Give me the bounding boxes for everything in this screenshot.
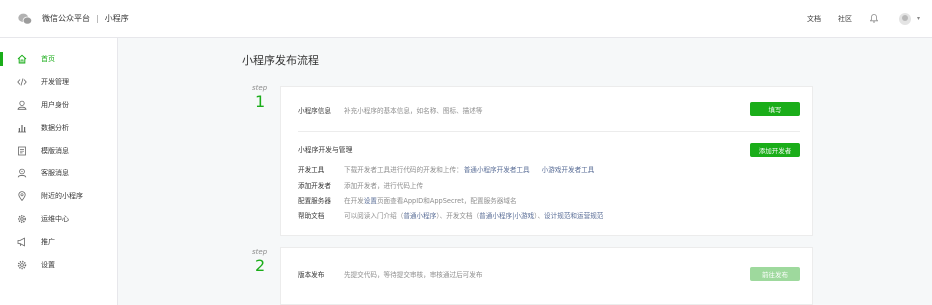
bell-icon[interactable] [869, 14, 879, 24]
sidebar-item-settings[interactable]: 设置 [0, 253, 117, 276]
add-developer-row: 添加开发者 添加开发者，进行代码上传 [298, 180, 423, 190]
bar-chart-icon [17, 123, 27, 133]
sidebar-item-data-analysis[interactable]: 数据分析 [0, 116, 117, 139]
sidebar-item-label: 运维中心 [41, 214, 69, 223]
add-developer-button[interactable]: 添加开发者 [750, 143, 800, 157]
customer-service-icon [17, 168, 27, 178]
sidebar-item-label: 数据分析 [41, 123, 69, 132]
add-developer-label: 添加开发者 [298, 182, 331, 190]
dev-tools-text: 下载开发者工具进行代码的开发和上传： [344, 166, 463, 174]
dev-tools-label: 开发工具 [298, 166, 325, 174]
chevron-down-icon[interactable]: ▾ [917, 15, 920, 22]
user-icon [17, 100, 27, 110]
sidebar-item-label: 用户身份 [41, 100, 69, 109]
sidebar-item-dev-management[interactable]: 开发管理 [0, 71, 117, 94]
configure-server-text-post: 页面查看AppID和AppSecret，配置服务器域名 [376, 197, 517, 205]
home-icon [17, 54, 27, 64]
main-content: 小程序发布流程 step 1 step 2 小程序信息 补充小程序的基本信息，如… [119, 38, 932, 305]
configure-server-row: 配置服务器 在开发 设置 页面查看AppID和AppSecret，配置服务器域名 [298, 195, 517, 205]
sidebar-item-label: 模版消息 [41, 146, 69, 155]
step-number: 1 [255, 92, 266, 111]
sidebar-item-template-messages[interactable]: 模版消息 [0, 139, 117, 162]
top-bar: 微信公众平台 | 小程序 文档 社区 ▾ [0, 0, 932, 38]
megaphone-icon [17, 237, 27, 247]
gear-icon [17, 214, 27, 224]
sidebar-item-label: 附近的小程序 [41, 192, 83, 201]
sidebar-item-label: 首页 [41, 55, 55, 64]
fill-info-button[interactable]: 填写 [750, 102, 800, 116]
intro-normal-link[interactable]: 普通小程序 [403, 210, 436, 220]
help-docs-mid: ）、开发文档（ [436, 212, 480, 220]
sidebar-item-promotion[interactable]: 推广 [0, 230, 117, 253]
sidebar-item-user-identity[interactable]: 用户身份 [0, 94, 117, 117]
document-icon [17, 146, 27, 156]
sidebar-item-nearby[interactable]: 附近的小程序 [0, 185, 117, 208]
settings-link[interactable]: 设置 [364, 195, 377, 205]
sidebar-item-label: 设置 [41, 260, 55, 269]
game-devtool-link[interactable]: 小游戏开发者工具 [542, 164, 595, 174]
code-icon [17, 77, 27, 87]
help-docs-end: ）、 [534, 212, 545, 220]
brand[interactable]: 微信公众平台 | 小程序 [42, 13, 129, 24]
dev-management-title: 小程序开发与管理 [298, 146, 353, 154]
configure-server-text-pre: 在开发 [344, 197, 364, 205]
step-number: 2 [255, 256, 266, 275]
brand-separator: | [96, 14, 99, 23]
page-title: 小程序发布流程 [242, 54, 319, 67]
info-description: 补充小程序的基本信息，如名称、图标、描述等 [344, 107, 483, 115]
product-name: 小程序 [104, 14, 129, 23]
avatar[interactable] [898, 12, 911, 25]
sidebar-item-label: 客服消息 [41, 169, 69, 178]
docs-link[interactable]: 文档 [807, 14, 821, 24]
sidebar-item-ops-center[interactable]: 运维中心 [0, 208, 117, 231]
sidebar-item-label: 推广 [41, 237, 55, 246]
release-row: 版本发布 先提交代码，等待提交审核，审核通过后可发布 [298, 269, 482, 279]
divider [298, 131, 800, 132]
release-label: 版本发布 [298, 271, 325, 279]
step-label: step [252, 248, 268, 256]
sidebar-item-customer-service[interactable]: 客服消息 [0, 162, 117, 185]
normal-devtool-link[interactable]: 普通小程序开发者工具 [464, 164, 530, 174]
go-release-button[interactable]: 前往发布 [750, 267, 800, 281]
sidebar: 首页 开发管理 用户身份 数据分析 模版消息 客服消息 附近的小程序 运维中心 … [0, 38, 118, 305]
sidebar-item-label: 开发管理 [41, 78, 69, 87]
app-name[interactable]: 微信公众平台 [42, 13, 90, 24]
step1-card: 小程序信息 补充小程序的基本信息，如名称、图标、描述等 填写 小程序开发与管理 … [280, 86, 813, 236]
help-docs-label: 帮助文档 [298, 212, 325, 220]
location-icon [17, 191, 27, 202]
release-description: 先提交代码，等待提交审核，审核通过后可发布 [344, 271, 483, 279]
help-docs-row: 帮助文档 可以阅读入门介绍（ 普通小程序 ）、开发文档（ 普通小程序|小游戏 ）… [298, 210, 603, 220]
design-spec-link[interactable]: 设计规范和运营规范 [544, 210, 603, 220]
sidebar-item-home[interactable]: 首页 [0, 48, 117, 71]
add-developer-text: 添加开发者，进行代码上传 [344, 182, 424, 190]
configure-server-label: 配置服务器 [298, 197, 331, 205]
step2-card: 版本发布 先提交代码，等待提交审核，审核通过后可发布 前往发布 [280, 247, 813, 305]
dev-docs-link[interactable]: 普通小程序|小游戏 [479, 210, 534, 220]
dev-tools-row: 开发工具 下载开发者工具进行代码的开发和上传： 普通小程序开发者工具 小游戏开发… [298, 164, 594, 174]
step-label: step [252, 84, 268, 92]
settings-icon [17, 260, 27, 270]
info-label: 小程序信息 [298, 107, 331, 115]
community-link[interactable]: 社区 [838, 14, 852, 24]
help-docs-text: 可以阅读入门介绍（ [344, 212, 404, 220]
mini-program-info-row: 小程序信息 补充小程序的基本信息，如名称、图标、描述等 [298, 105, 482, 115]
wechat-logo-icon[interactable] [18, 13, 32, 25]
